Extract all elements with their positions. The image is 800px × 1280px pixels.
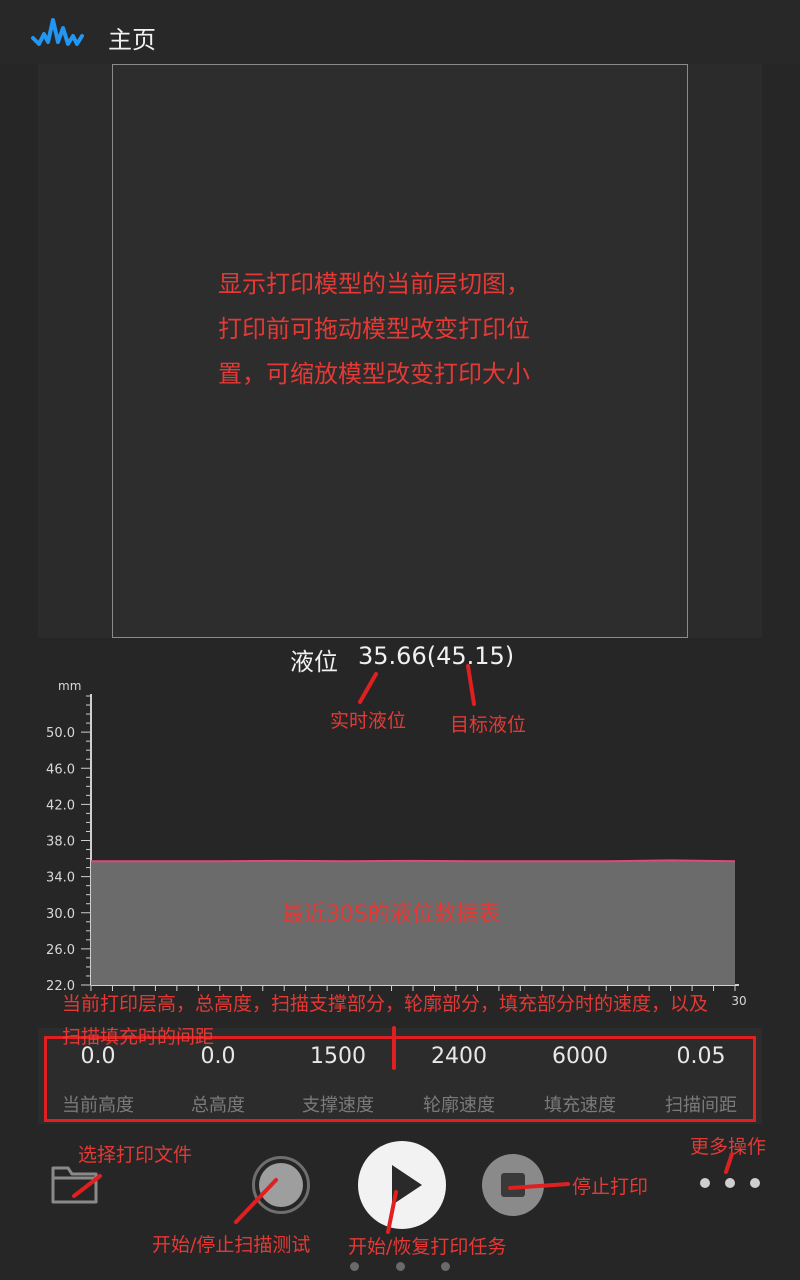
preview-annotation-line: 置，可缩放模型改变打印大小 (218, 360, 530, 388)
y-axis-unit: mm (58, 679, 81, 693)
level-value: 35.66(45.15) (358, 642, 515, 670)
series-line (91, 859, 736, 863)
level-label: 液位 (290, 648, 338, 676)
param-label: 轮廓速度 (423, 1095, 495, 1116)
stop-print-button[interactable] (482, 1154, 544, 1216)
y-tick-label: 42.0 (46, 798, 75, 813)
annotation-start-resume: 开始/恢复打印任务 (348, 1236, 507, 1258)
scan-test-button[interactable] (252, 1156, 310, 1214)
preview-annotation: 显示打印模型的当前层切图， 打印前可拖动模型改变打印位 置，可缩放模型改变打印大… (218, 262, 598, 397)
y-tick-label: 30.0 (46, 907, 75, 922)
param-label: 总高度 (191, 1095, 245, 1116)
preview-annotation-line: 打印前可拖动模型改变打印位 (218, 315, 530, 343)
annotation-chart: 最近30S的液位数据表 (282, 902, 500, 927)
page-dot (441, 1262, 450, 1271)
more-dots-icon (750, 1178, 760, 1188)
more-dots-icon (700, 1178, 710, 1188)
param-label: 当前高度 (62, 1095, 134, 1116)
annotation-select-file: 选择打印文件 (78, 1144, 193, 1166)
more-dots-icon (725, 1178, 735, 1188)
param-label: 支撑速度 (302, 1095, 374, 1116)
params-annotation-line: 当前打印层高，总高度，扫描支撑部分，轮廓部分，填充部分时的速度，以及 (62, 993, 709, 1015)
params-annotation-line: 扫描填充时的间距 (62, 1026, 215, 1048)
param-label: 填充速度 (544, 1095, 616, 1116)
page-dot (350, 1262, 359, 1271)
stop-icon (501, 1173, 525, 1197)
page-indicator (350, 1262, 450, 1274)
y-tick-label: 46.0 (46, 762, 75, 777)
annotation-more: 更多操作 (690, 1136, 767, 1158)
preview-annotation-line: 显示打印模型的当前层切图， (218, 270, 530, 298)
play-icon (392, 1165, 422, 1205)
page-dot (395, 1262, 405, 1271)
params-annotation: 当前打印层高，总高度，扫描支撑部分，轮廓部分，填充部分时的速度，以及 扫描填充时… (62, 988, 792, 1054)
annotation-realtime-level: 实时液位 (330, 710, 407, 732)
y-tick-label: 34.0 (46, 871, 75, 886)
page-title: 主页 (108, 26, 156, 54)
start-resume-button[interactable] (358, 1141, 446, 1229)
y-tick-label: 50.0 (46, 726, 75, 741)
annotation-scan-test: 开始/停止扫描测试 (152, 1234, 311, 1256)
param-label: 扫描间距 (665, 1095, 737, 1116)
y-tick-label: 38.0 (46, 835, 75, 850)
scan-circle-icon (259, 1163, 303, 1207)
annotation-target-level: 目标液位 (450, 714, 527, 736)
more-actions-button[interactable] (700, 1168, 760, 1198)
y-tick-label: 26.0 (46, 943, 75, 958)
level-chart: 22.026.030.034.038.042.046.050.0mm30 (46, 679, 747, 1006)
waveform-logo-icon (31, 18, 84, 46)
annotation-stop: 停止打印 (572, 1176, 649, 1198)
